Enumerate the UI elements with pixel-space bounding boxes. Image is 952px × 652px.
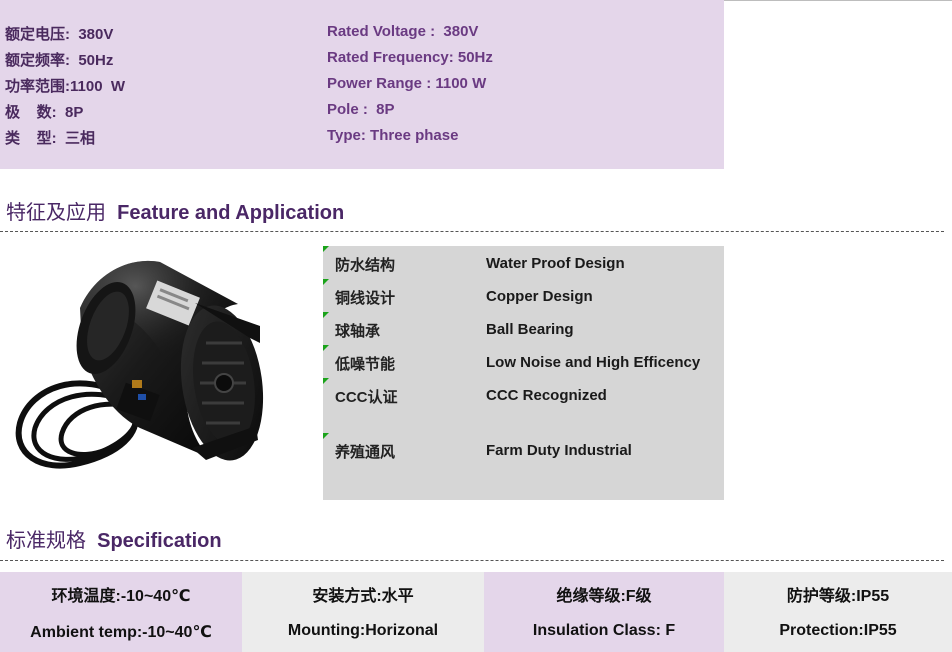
feature-marker-2 <box>323 279 329 285</box>
rating-voltage-en: Rated Voltage : 380V <box>327 23 479 40</box>
feature-6-en: Farm Duty Industrial <box>486 442 632 459</box>
spec-insulation-zh: 绝缘等级:F级 <box>556 588 652 605</box>
spec-title-zh: 标准规格 <box>6 528 86 552</box>
spec-divider <box>0 560 944 561</box>
top-border-line <box>724 0 952 1</box>
rating-frequency-en: Rated Frequency: 50Hz <box>327 49 493 66</box>
feature-title-zh: 特征及应用 <box>6 200 106 224</box>
rating-power-zh: 功率范围:1100 W <box>5 78 126 95</box>
feature-2-zh: 铜线设计 <box>335 290 396 307</box>
spec-mounting-zh: 安装方式:水平 <box>312 588 414 605</box>
spec-cell-insulation: 绝缘等级:F级 Insulation Class: F <box>484 572 724 652</box>
spec-protection-zh: 防护等级:IP55 <box>786 588 890 605</box>
spec-cell-protection: 防护等级:IP55 Protection:IP55 <box>724 572 952 652</box>
rating-power-en: Power Range : 1100 W <box>327 75 487 92</box>
feature-1-en: Water Proof Design <box>486 255 625 272</box>
feature-5-en: CCC Recognized <box>486 387 607 404</box>
feature-title-en: Feature and Application <box>117 202 345 224</box>
rating-pole-zh: 极 数: 8P <box>5 104 84 121</box>
feature-marker-5 <box>323 378 329 384</box>
feature-3-zh: 球轴承 <box>335 323 381 340</box>
feature-2-en: Copper Design <box>486 288 593 305</box>
motor-product-photo <box>15 260 264 469</box>
spec-insulation-en: Insulation Class: F <box>532 622 676 639</box>
feature-4-en: Low Noise and High Efficency <box>486 354 701 371</box>
spec-section-title: 标准规格 Specification <box>6 524 222 553</box>
feature-marker-4 <box>323 345 329 351</box>
spec-mounting-en: Mounting:Horizonal <box>287 622 439 639</box>
spec-cell-mounting: 安装方式:水平 Mounting:Horizonal <box>242 572 484 652</box>
feature-divider <box>0 231 944 232</box>
feature-6-zh: 养殖通风 <box>335 444 396 461</box>
rating-frequency-zh: 额定频率: 50Hz <box>5 52 114 69</box>
spec-title-en: Specification <box>97 530 222 552</box>
feature-1-zh: 防水结构 <box>335 257 396 274</box>
spec-protection-en: Protection:IP55 <box>779 622 897 639</box>
feature-4-zh: 低噪节能 <box>335 356 396 373</box>
feature-section-title: 特征及应用 Feature and Application <box>6 196 344 225</box>
ratings-panel: 额定电压: 380V 额定频率: 50Hz 功率范围:1100 W 极 数: 8… <box>0 0 724 169</box>
rating-type-en: Type: Three phase <box>327 127 459 144</box>
spec-ambient-en: Ambient temp:-10~40℃ <box>30 624 212 641</box>
feature-3-en: Ball Bearing <box>486 321 574 338</box>
rating-pole-en: Pole : 8P <box>327 101 395 118</box>
feature-marker-1 <box>323 246 329 252</box>
feature-marker-6 <box>323 433 329 439</box>
spec-ambient-zh: 环境温度:-10~40℃ <box>51 588 191 605</box>
spec-cell-ambient: 环境温度:-10~40℃ Ambient temp:-10~40℃ <box>0 572 242 652</box>
feature-list-panel: 防水结构 Water Proof Design 铜线设计 Copper Desi… <box>323 246 724 500</box>
rating-type-zh: 类 型: 三相 <box>5 130 96 147</box>
rating-voltage-zh: 额定电压: 380V <box>5 26 114 43</box>
feature-5-zh: CCC认证 <box>335 389 398 406</box>
feature-marker-3 <box>323 312 329 318</box>
